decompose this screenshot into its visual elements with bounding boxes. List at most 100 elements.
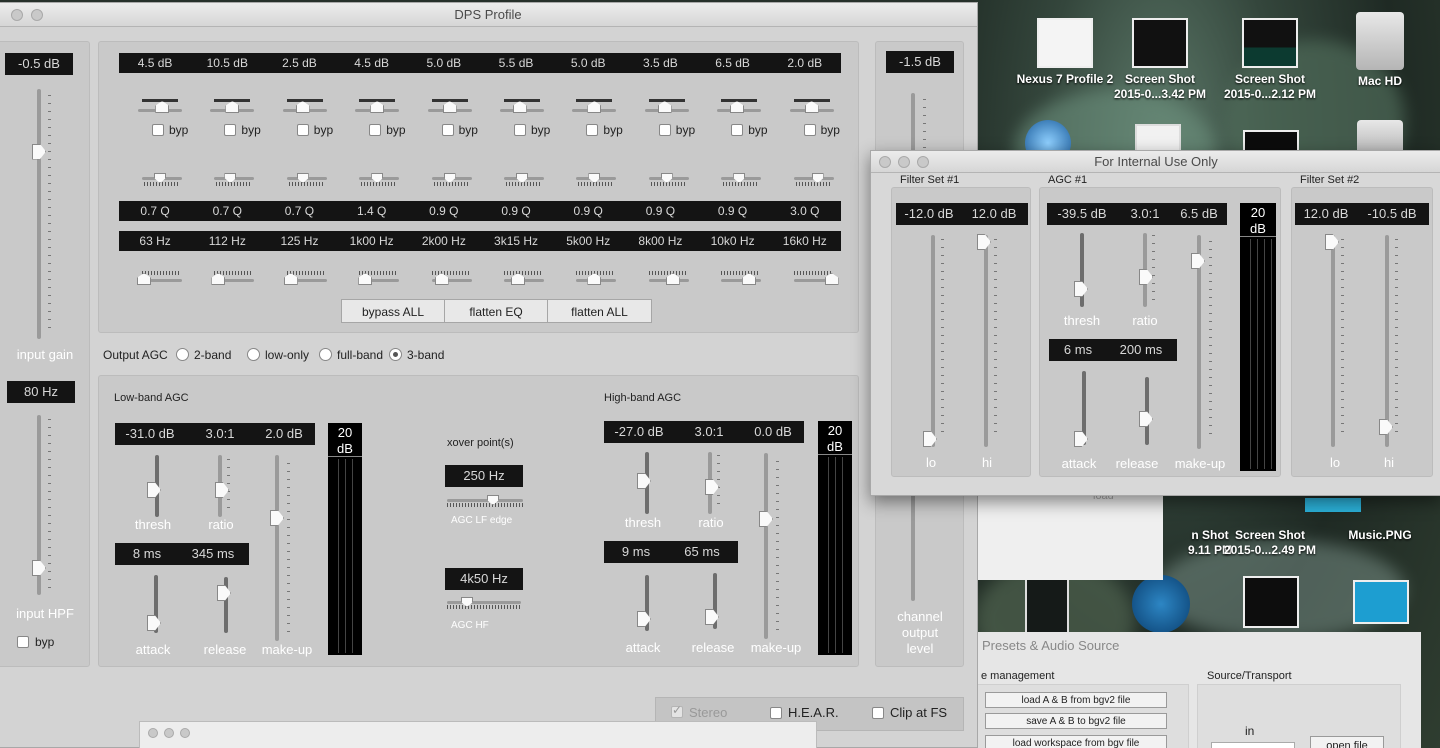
eq-bypass-label: byp (241, 123, 261, 137)
eq-gain-value: 2.0 dB (787, 56, 823, 70)
minimize-button-icon[interactable] (898, 156, 910, 168)
internal-title-bar[interactable]: For Internal Use Only (871, 151, 1440, 173)
dps-title-bar[interactable]: DPS Profile (0, 3, 977, 27)
output-agc-label: Output AGC (103, 348, 168, 362)
eq-bypass-checkbox[interactable] (296, 124, 309, 136)
presets-window-title: Presets & Audio Source (982, 638, 1120, 653)
eq-bypass-label: byp (748, 123, 768, 137)
agc-2band-radio[interactable] (176, 348, 189, 361)
low-attack-value: 8 ms (132, 546, 162, 561)
input-hpf-bypass-checkbox[interactable] (17, 636, 29, 648)
eq-bypass-label: byp (313, 123, 334, 137)
eq-bypass-checkbox[interactable] (369, 124, 382, 136)
flatten-eq-button[interactable]: flatten EQ (444, 299, 548, 323)
hear-label: H.E.A.R. (788, 705, 839, 720)
eq-bypass-checkbox[interactable] (803, 124, 816, 136)
xover-hf-slider-track[interactable] (447, 601, 521, 604)
image-thumbnail-icon (1132, 18, 1188, 68)
filter-1-lo-label: lo (925, 455, 937, 470)
close-button-icon[interactable] (879, 156, 891, 168)
input-gain-label: input gain (16, 347, 74, 362)
agc-fullband-radio[interactable] (319, 348, 332, 361)
eq-gain-marker (142, 99, 178, 102)
document-thumbnail-icon (1037, 18, 1093, 68)
agc-2band-label: 2-band (194, 348, 232, 362)
close-button-icon[interactable] (11, 9, 23, 21)
slider-ticks (1395, 239, 1398, 439)
xover-lf-slider-track[interactable] (447, 499, 523, 502)
slider-ticks (144, 182, 180, 186)
desktop-icon-music-png[interactable]: Music.PNG (1325, 528, 1435, 543)
filter-2-hi-slider-track[interactable] (1385, 235, 1389, 447)
eq-bypass-checkbox[interactable] (224, 124, 237, 136)
filter-2-lo-label: lo (1329, 455, 1341, 470)
zoom-button-icon[interactable] (180, 728, 190, 738)
background-window: load (975, 490, 1163, 580)
zoom-button-icon[interactable] (917, 156, 929, 168)
eq-bypass-checkbox[interactable] (152, 124, 164, 136)
desktop-icon-screenshot-1[interactable]: Screen Shot 2015-0...3.42 PM (1105, 18, 1215, 102)
steam-icon[interactable] (1132, 575, 1190, 633)
clip-at-fs-label: Clip at FS (890, 705, 948, 720)
image-thumbnail-icon[interactable] (1025, 578, 1069, 636)
agc-1-ratio-value: 3.0:1 (1130, 206, 1160, 221)
filter-1-lo-slider-track[interactable] (931, 235, 935, 447)
eq-bypass-checkbox[interactable] (731, 124, 744, 136)
input-source-field[interactable] (1211, 742, 1295, 748)
eq-q-value: 0.7 Q (212, 204, 242, 218)
eq-bypass-checkbox[interactable] (441, 124, 454, 136)
agc-3band-radio[interactable] (389, 348, 402, 361)
filter-1-hi-slider-track[interactable] (984, 235, 988, 447)
eq-gain-value: 10.5 dB (206, 56, 248, 70)
eq-gain-marker (504, 99, 540, 102)
load-ab-button[interactable]: load A & B from bgv2 file (985, 692, 1167, 708)
low-makeup-slider-track[interactable] (275, 455, 279, 641)
slider-ticks (793, 271, 832, 275)
filter-1-lo-value: -12.0 dB (904, 206, 954, 221)
eq-gain-value: 5.0 dB (426, 56, 462, 70)
checkmark-icon: ✓ (672, 703, 683, 717)
bypass-all-button[interactable]: bypass ALL (341, 299, 445, 323)
desktop-icon-nexus-profile[interactable]: Nexus 7 Profile 2 (1010, 18, 1120, 87)
desktop-icon-mac-hd[interactable]: Mac HD (1325, 12, 1435, 89)
eq-bypass-checkbox[interactable] (658, 124, 671, 136)
agc-lowonly-label: low-only (265, 348, 310, 362)
close-button-icon[interactable] (148, 728, 158, 738)
minimize-button-icon[interactable] (31, 9, 43, 21)
slider-ticks (1209, 241, 1212, 441)
high-thresh-value: -27.0 dB (614, 424, 664, 439)
meter-scale-label: 20 dB (1240, 203, 1276, 237)
hear-checkbox[interactable] (770, 707, 782, 719)
image-thumbnail-icon[interactable] (1243, 576, 1299, 628)
input-gain-slider-track[interactable] (37, 89, 41, 339)
filter-2-lo-slider-track[interactable] (1331, 235, 1335, 447)
desktop-icon-screenshot-3[interactable]: Screen Shot 2015-0...2.49 PM (1215, 528, 1325, 558)
high-band-agc-title: High-band AGC (604, 392, 682, 404)
high-makeup-value: 0.0 dB (754, 424, 792, 439)
open-file-button[interactable]: open file (1310, 736, 1384, 748)
image-thumbnail-icon[interactable] (1353, 580, 1409, 624)
load-workspace-button[interactable]: load workspace from bgv file (985, 735, 1167, 748)
agc-lowonly-radio[interactable] (247, 348, 260, 361)
high-band-display-top: -27.0 dB 3.0:1 0.0 dB (604, 421, 804, 443)
save-ab-button[interactable]: save A & B to bgv2 file (985, 713, 1167, 729)
eq-gain-display-row: 4.5 dB 10.5 dB 2.5 dB 4.5 dB 5.0 dB 5.5 dB 5.0… (119, 53, 841, 73)
eq-gain-value: 5.5 dB (498, 56, 534, 70)
background-window (139, 721, 817, 748)
eq-bypass-checkbox[interactable] (586, 124, 599, 136)
clip-at-fs-checkbox[interactable] (872, 707, 884, 719)
desktop-icon-screenshot-2[interactable]: Screen Shot 2015-0...2.12 PM (1215, 18, 1325, 102)
low-ratio-value: 3.0:1 (205, 426, 235, 441)
meter-scale-label: 20 dB (818, 421, 852, 455)
dps-profile-window: DPS Profile -0.5 dB input gain 80 Hz inp… (0, 2, 978, 748)
slider-ticks (48, 419, 51, 589)
hard-drive-icon[interactable] (1357, 120, 1403, 154)
minimize-button-icon[interactable] (164, 728, 174, 738)
eq-frequency-value: 1k00 Hz (349, 234, 394, 248)
high-makeup-label: make-up (750, 640, 802, 655)
filter-1-hi-value: 12.0 dB (971, 206, 1017, 221)
high-makeup-slider-track[interactable] (764, 453, 768, 639)
stereo-label: Stereo (689, 705, 728, 720)
eq-bypass-checkbox[interactable] (514, 124, 526, 136)
flatten-all-button[interactable]: flatten ALL (547, 299, 652, 323)
